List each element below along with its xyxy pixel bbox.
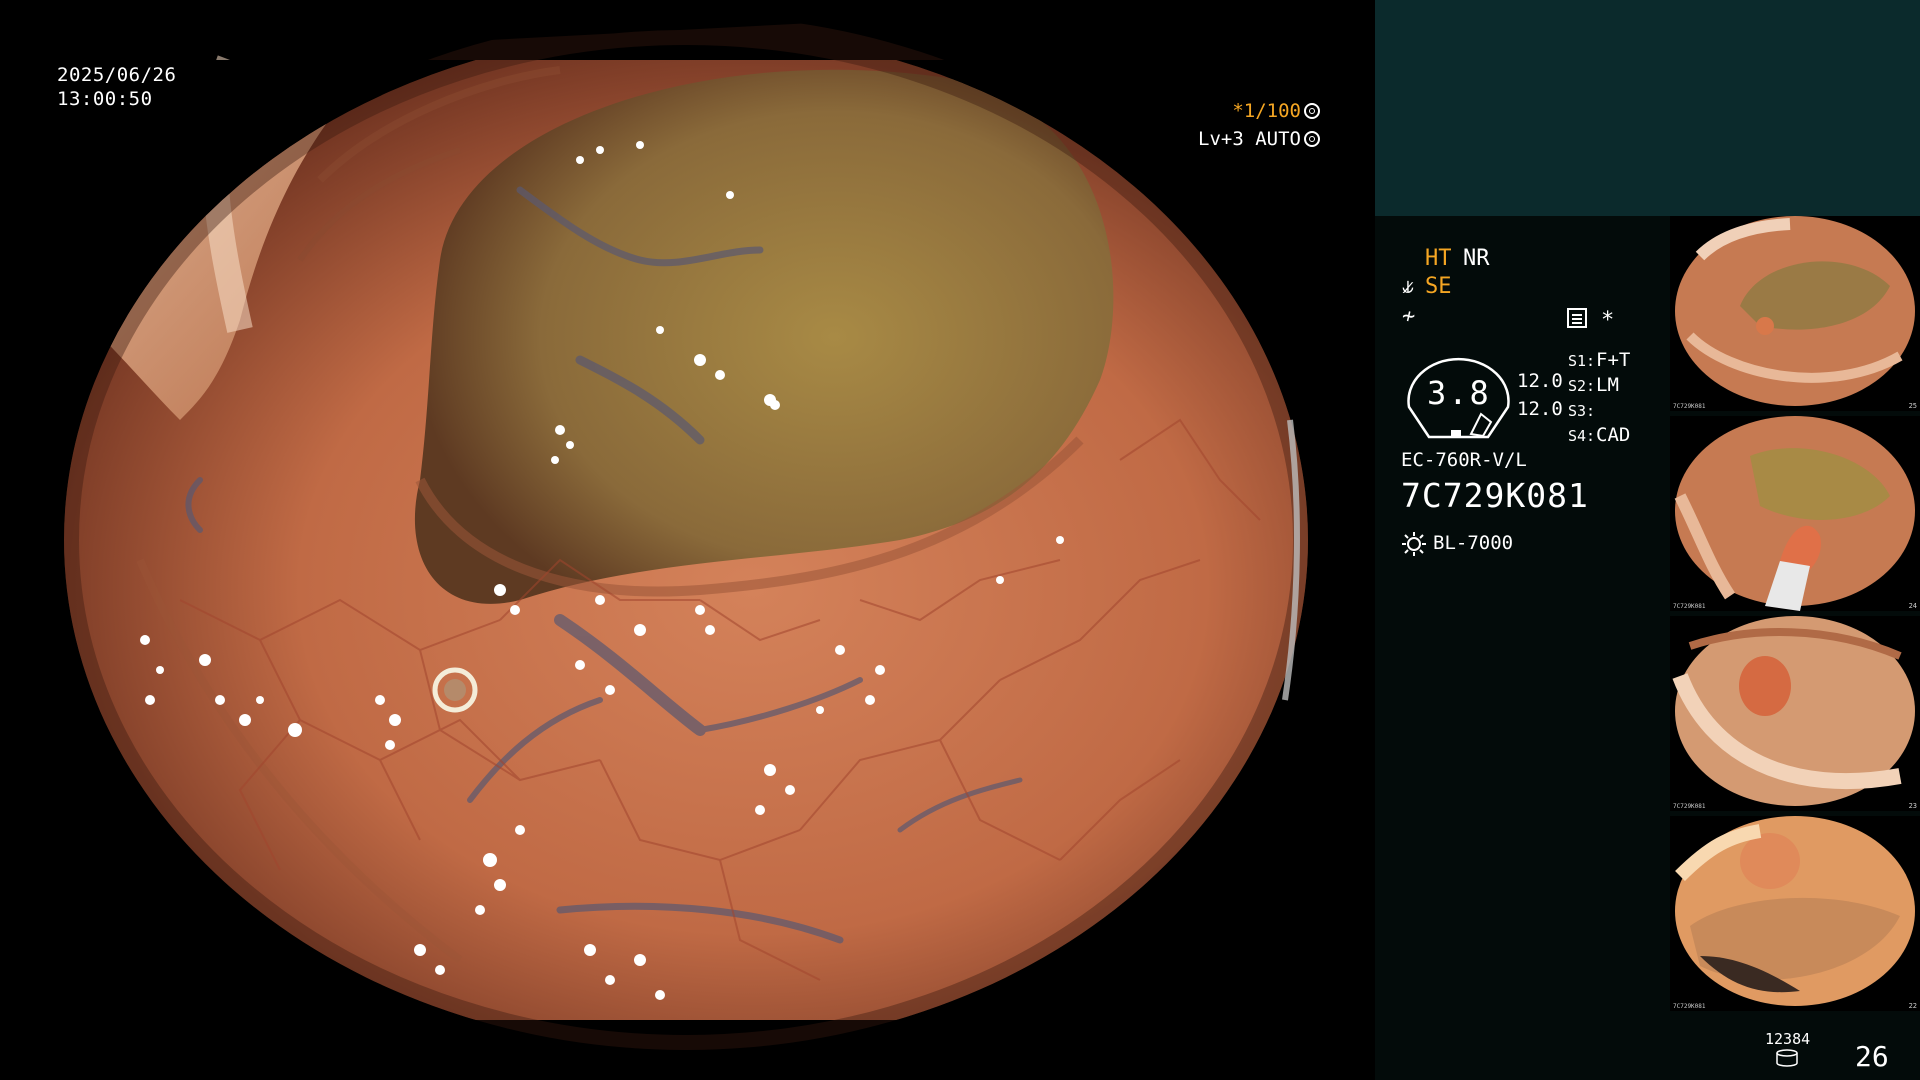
thumbnail-number: 25 [1908,402,1917,410]
switch-1-value: F+T [1596,349,1631,371]
se-mode: SE [1425,274,1452,299]
thumbnail-4[interactable]: 7C729K081 22 [1670,816,1920,1011]
switch-1-key: S1: [1568,352,1596,370]
image-count: 26 [1855,1040,1889,1073]
aperture-icon [1304,103,1320,119]
thumbnail-image [1674,416,1915,611]
level-text: Lv+3 AUTO [1198,128,1301,150]
signal-icon: ≁ [1402,304,1416,329]
status-panel: HT NR ⫝̸ SE ≁ * 3.8 12.0 12.0 S1: F+T S2:… [1375,0,1920,1080]
endoscope-view: 2025/06/26 13:00:50 *1/100 Lv+3 AUTO [0,0,1375,1080]
thumbnail-number: 24 [1908,602,1917,610]
shutter-text: *1/100 [1232,100,1301,122]
thumbnail-label: 7C729K081 [1673,803,1706,810]
storage-count: 12384 [1765,1030,1811,1048]
auto-iris-icon [1304,131,1320,147]
exam-date: 2025/06/26 [57,64,177,86]
value-2: 12.0 [1517,398,1563,420]
ht-mode: HT [1425,246,1452,271]
thumbnail-number: 23 [1908,802,1917,810]
captured-images-strip: 7C729K081 25 7C729K081 24 7C729K081 23 7… [1670,216,1920,1011]
database-icon [1776,1049,1798,1067]
sun-lamp-icon [1402,532,1426,556]
thumbnail-1[interactable]: 7C729K081 25 [1670,216,1920,411]
thumbnail-number: 22 [1908,1002,1917,1010]
star-indicator: * [1601,308,1615,333]
switch-2-value: LM [1596,374,1619,396]
memo-icon [1567,308,1587,328]
thumbnail-3[interactable]: 7C729K081 23 [1670,616,1920,811]
switch-4-key: S4: [1568,427,1596,445]
exam-time: 13:00:50 [57,88,153,110]
scope-serial: 7C729K081 [1401,476,1589,515]
scope-arm-icon: ⫝̸ [1402,274,1414,298]
thumbnail-label: 7C729K081 [1673,1003,1706,1010]
thumbnail-image [1675,816,1915,1006]
thumbnail-label: 7C729K081 [1673,403,1706,410]
thumbnail-image [1672,616,1915,806]
switch-4-value: CAD [1596,424,1631,446]
nr-mode: NR [1463,246,1490,271]
thumbnail-image [1675,216,1915,406]
switch-3-key: S3: [1568,402,1596,420]
endoscopic-image [64,15,1308,1050]
light-source: BL-7000 [1433,532,1514,554]
brightness-level: Lv+3 AUTO [1198,128,1320,150]
scope-model: EC-760R-V/L [1401,449,1527,471]
thumbnail-label: 7C729K081 [1673,603,1706,610]
settings-info: HT NR ⫝̸ SE ≁ * 3.8 12.0 12.0 S1: F+T S2:… [1375,216,1665,1080]
value-1: 12.0 [1517,370,1563,392]
shutter-indicator: *1/100 [1232,100,1320,122]
gauge-value: 3.8 [1427,374,1491,412]
panel-header-area [1375,0,1920,216]
switch-2-key: S2: [1568,377,1596,395]
thumbnail-2[interactable]: 7C729K081 24 [1670,416,1920,611]
